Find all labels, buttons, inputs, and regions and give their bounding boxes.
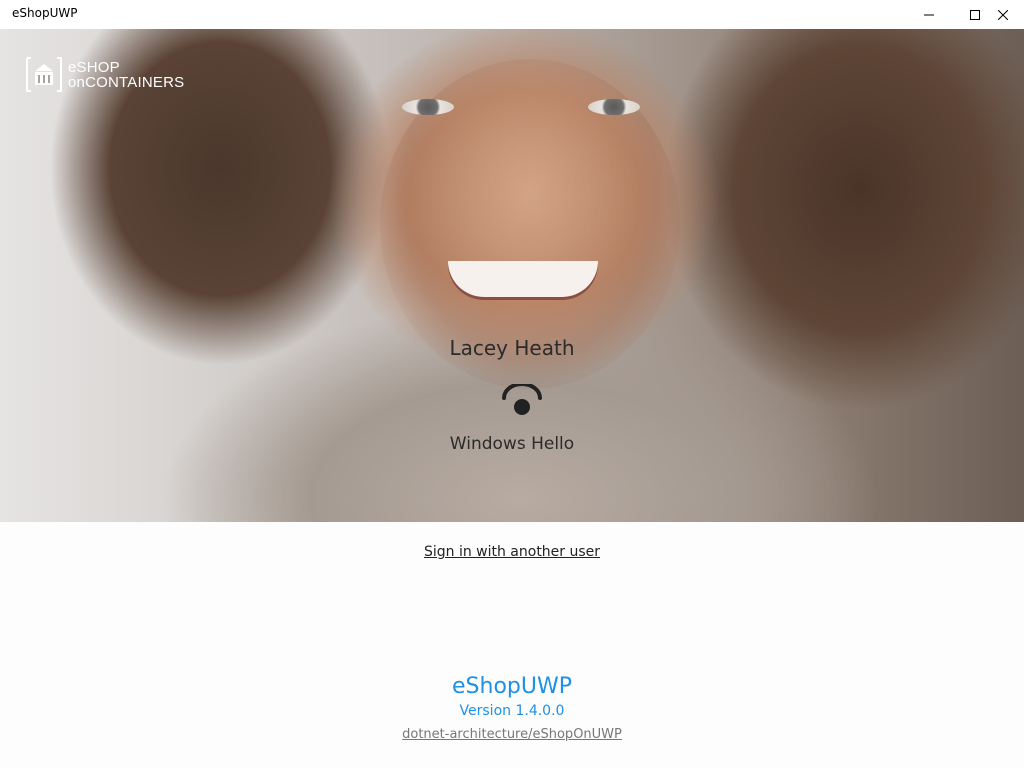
windows-hello-label[interactable]: Windows Hello (0, 434, 1024, 454)
app-version: Version 1.4.0.0 (459, 703, 565, 719)
app-window: eShopUWP eSHOP onCONTAINERS Lacey Heath … (0, 0, 1024, 768)
window-title: eShopUWP (12, 6, 78, 20)
maximize-icon (970, 9, 980, 20)
logo-line-1: eSHOP (68, 58, 120, 76)
signin-another-user-link[interactable]: Sign in with another user (424, 544, 600, 560)
windows-hello-icon[interactable] (501, 384, 543, 418)
eshop-logo: eSHOP onCONTAINERS (26, 56, 184, 93)
repo-link[interactable]: dotnet-architecture/eShopOnUWP (402, 727, 622, 742)
portrait-eye-right (588, 99, 640, 115)
maximize-button[interactable] (952, 0, 998, 29)
app-name: eShopUWP (452, 674, 572, 699)
storefront-icon (26, 57, 62, 92)
close-icon (998, 9, 1008, 20)
minimize-icon (924, 14, 934, 15)
close-button[interactable] (998, 0, 1024, 29)
user-name: Lacey Heath (449, 336, 575, 360)
logo-line-2: onCONTAINERS (68, 73, 185, 91)
title-bar: eShopUWP (0, 0, 1024, 29)
portrait-eye-left (402, 99, 454, 115)
portrait-smile (448, 261, 598, 297)
minimize-button[interactable] (906, 0, 952, 29)
signin-another-user-container: Sign in with another user (0, 544, 1024, 560)
repo-link-container: dotnet-architecture/eShopOnUWP (0, 727, 1024, 742)
hero-photo: eSHOP onCONTAINERS Lacey Heath Windows H… (0, 29, 1024, 522)
